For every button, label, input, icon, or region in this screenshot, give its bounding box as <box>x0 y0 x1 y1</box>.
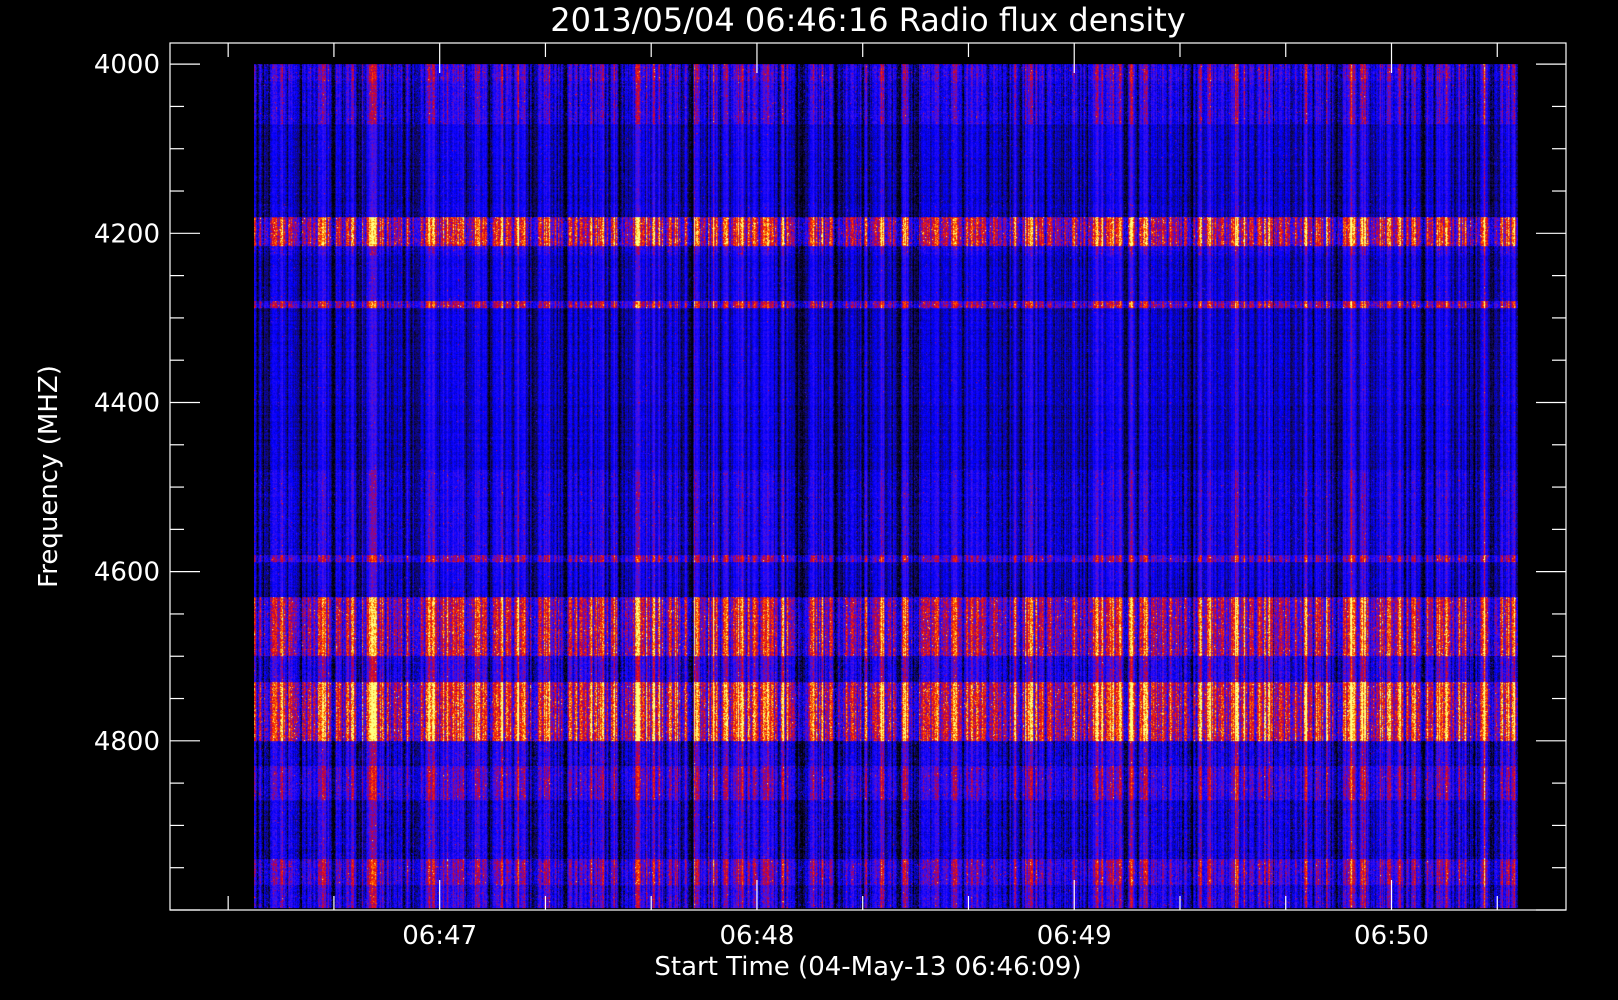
x-tick-label: 06:50 <box>1354 921 1429 951</box>
y-tick-label: 4800 <box>94 727 160 757</box>
y-tick-label: 4200 <box>94 219 160 249</box>
y-tick-label: 4600 <box>94 558 160 588</box>
chart-title: 2013/05/04 06:46:16 Radio flux density <box>550 1 1185 39</box>
x-axis-label: Start Time (04-May-13 06:46:09) <box>654 952 1081 982</box>
x-tick-label: 06:49 <box>1037 921 1112 951</box>
y-tick-label: 4400 <box>94 388 160 418</box>
y-tick-label: 4000 <box>94 50 160 80</box>
x-tick-label: 06:48 <box>719 921 794 951</box>
spectrogram-heatmap <box>254 64 1519 909</box>
y-axis-label: Frequency (MHZ) <box>34 365 64 588</box>
radio-spectrogram-chart: 06:47 06:48 06:49 06:50 4000 4200 4400 4600 4800… <box>0 0 1618 1000</box>
x-tick-label: 06:47 <box>402 921 477 951</box>
